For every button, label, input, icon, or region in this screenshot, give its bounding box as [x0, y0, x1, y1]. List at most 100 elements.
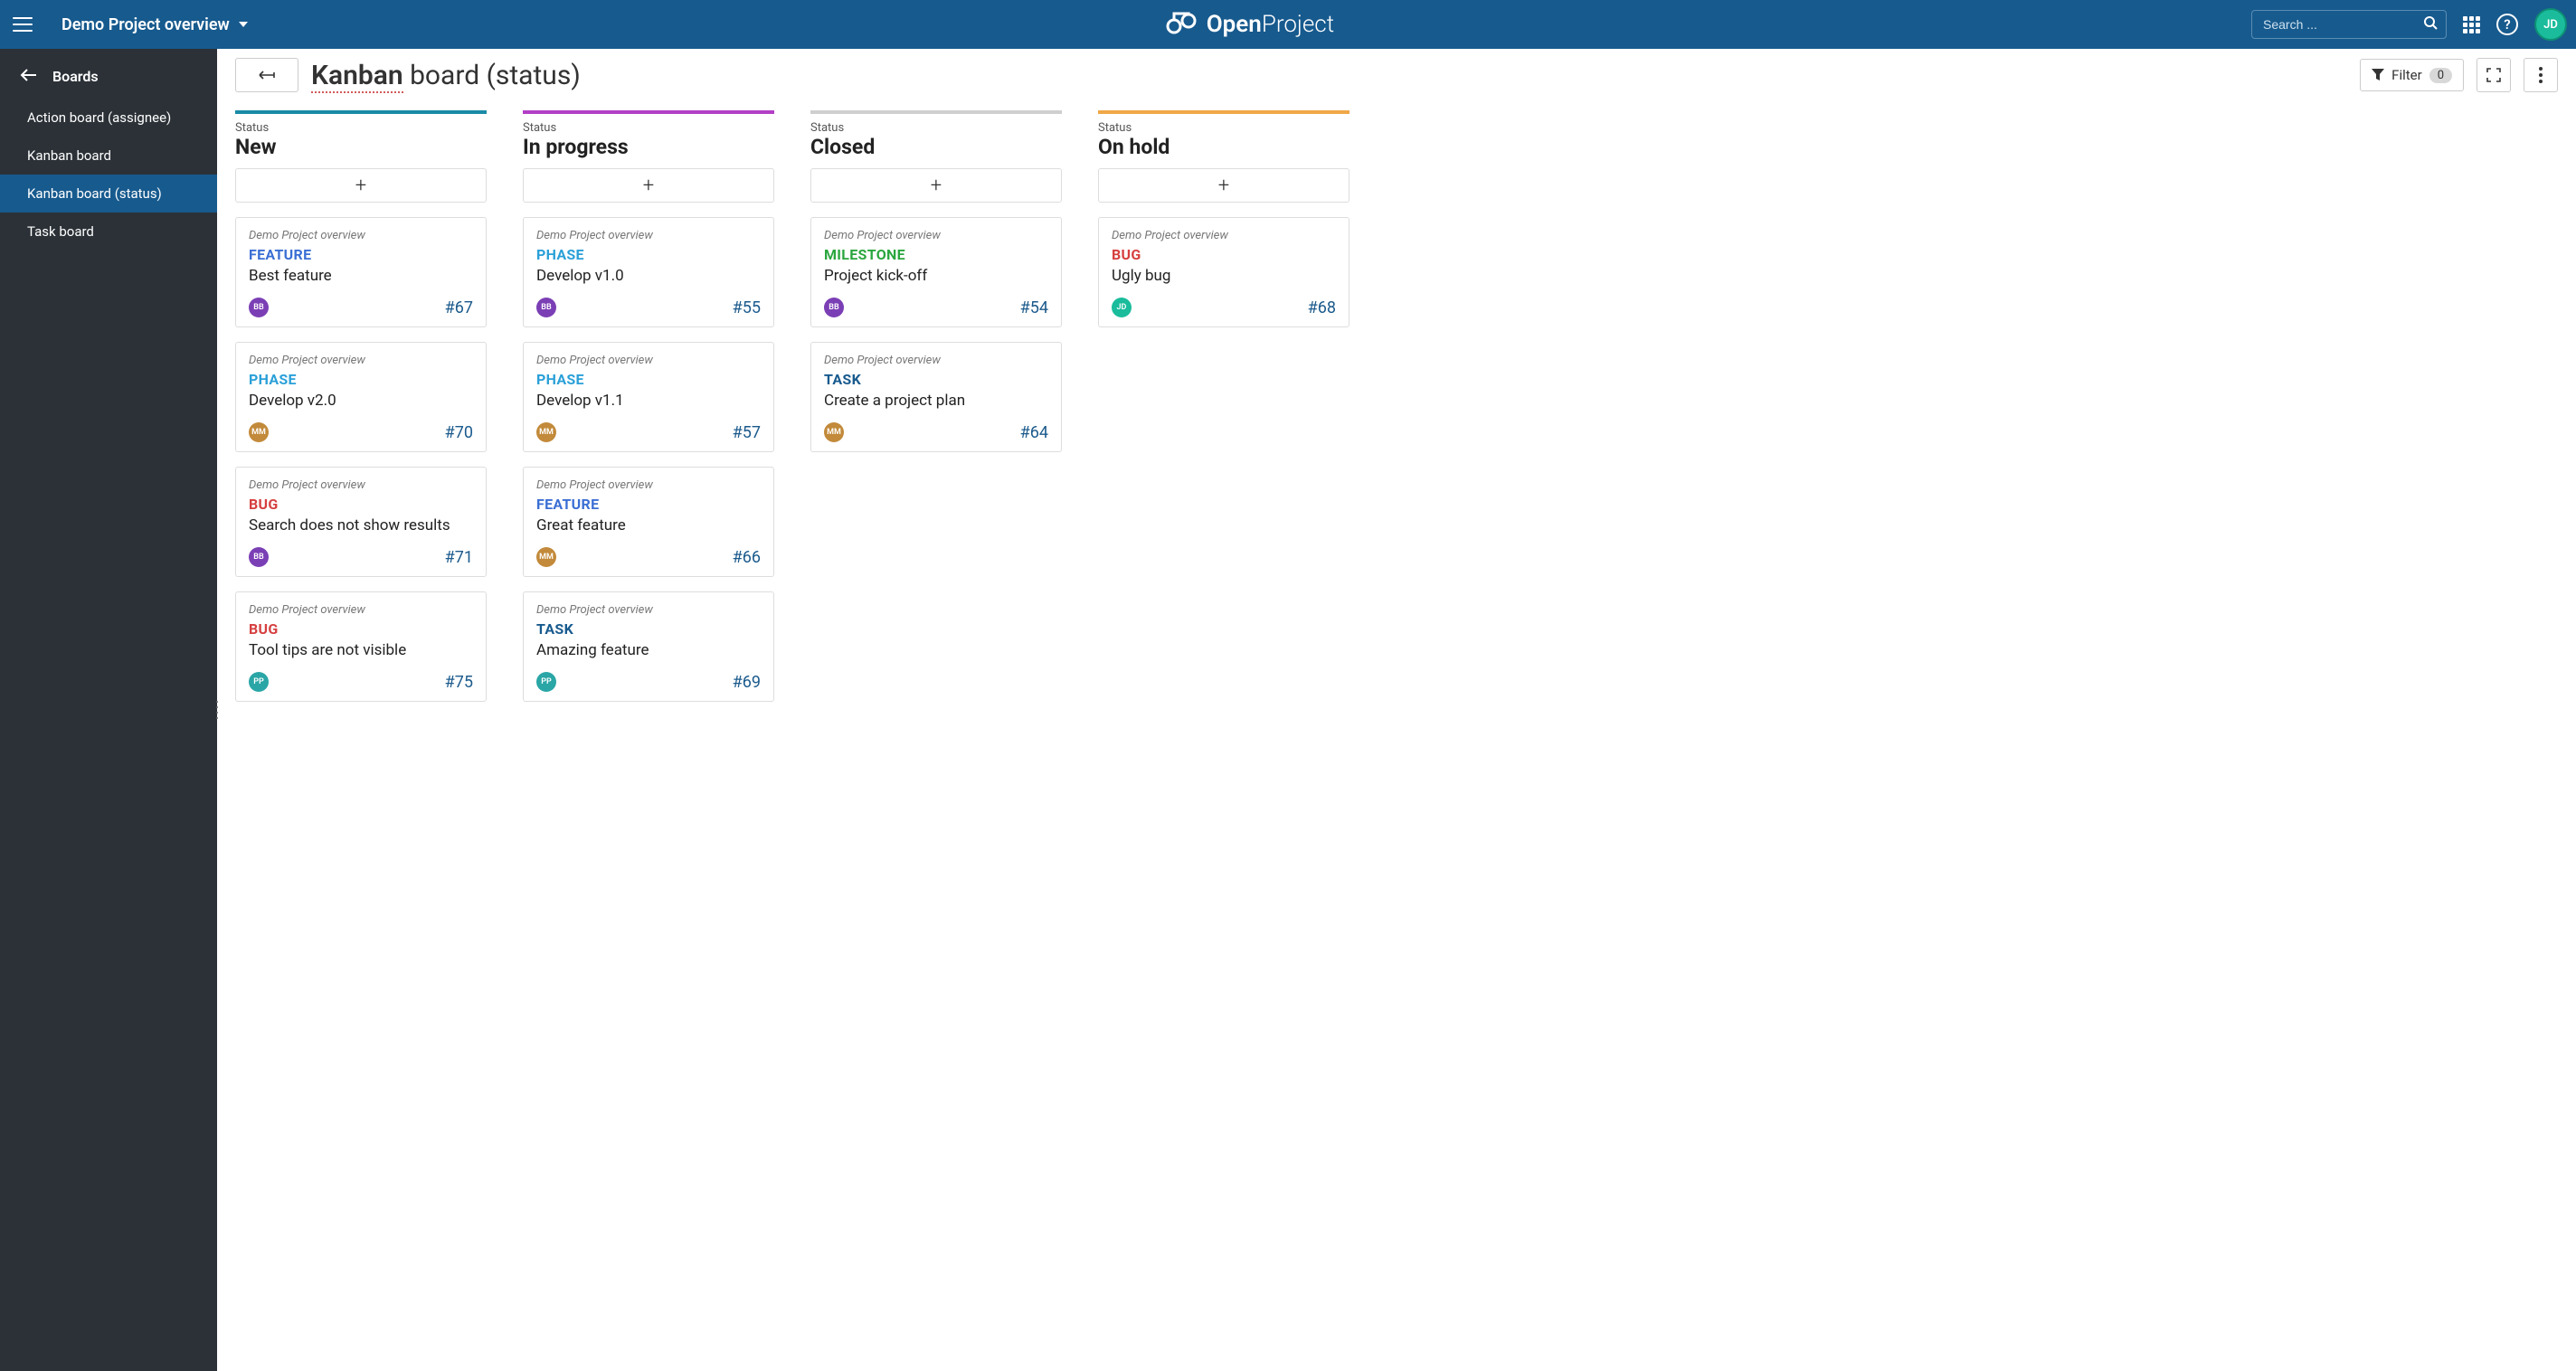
- card-id[interactable]: #71: [445, 548, 473, 567]
- filter-label: Filter: [2391, 67, 2422, 83]
- card-title: Ugly bug: [1112, 267, 1336, 285]
- filter-button[interactable]: Filter 0: [2360, 59, 2464, 91]
- card-id[interactable]: #70: [445, 423, 473, 442]
- board-column: StatusOn hold+Demo Project overviewBUGUg…: [1098, 110, 1350, 1351]
- card-project: Demo Project overview: [536, 354, 761, 367]
- card-id[interactable]: #57: [733, 423, 761, 442]
- work-package-card[interactable]: Demo Project overviewPHASEDevelop v1.0BB…: [523, 217, 774, 327]
- card-id[interactable]: #55: [733, 298, 761, 317]
- user-avatar[interactable]: JD: [2534, 8, 2567, 41]
- card-type: BUG: [249, 496, 473, 513]
- work-package-card[interactable]: Demo Project overviewMILESTONEProject ki…: [810, 217, 1062, 327]
- sidebar-item[interactable]: Kanban board (status): [0, 175, 217, 213]
- search-icon[interactable]: [2423, 15, 2438, 33]
- search-box: [2251, 10, 2447, 39]
- card-footer: MM #64: [824, 422, 1048, 442]
- assignee-avatar[interactable]: PP: [249, 672, 269, 692]
- card-id[interactable]: #69: [733, 673, 761, 692]
- board-title[interactable]: Kanban board (status): [311, 60, 581, 91]
- card-footer: BB #55: [536, 298, 761, 317]
- sidebar-title: Boards: [52, 68, 99, 85]
- card-type: FEATURE: [249, 246, 473, 263]
- work-package-card[interactable]: Demo Project overviewPHASEDevelop v1.1MM…: [523, 342, 774, 452]
- card-footer: JD #68: [1112, 298, 1336, 317]
- column-name[interactable]: On hold: [1098, 135, 1350, 159]
- assignee-avatar[interactable]: BB: [249, 298, 269, 317]
- search-input[interactable]: [2251, 10, 2447, 39]
- sidebar: Boards Action board (assignee) Kanban boa…: [0, 49, 217, 1371]
- board-title-rest: board (status): [403, 60, 581, 91]
- card-project: Demo Project overview: [249, 478, 473, 492]
- assignee-avatar[interactable]: BB: [824, 298, 844, 317]
- column-color-bar: [1098, 110, 1350, 114]
- column-name[interactable]: New: [235, 135, 487, 159]
- add-card-button[interactable]: +: [1098, 168, 1350, 203]
- sidebar-item-label: Kanban board: [27, 147, 111, 164]
- apps-grid-icon[interactable]: [2463, 16, 2480, 33]
- card-id[interactable]: #75: [445, 673, 473, 692]
- work-package-card[interactable]: Demo Project overviewTASKCreate a projec…: [810, 342, 1062, 452]
- add-card-button[interactable]: +: [810, 168, 1062, 203]
- card-footer: BB #67: [249, 298, 473, 317]
- fullscreen-button[interactable]: [2477, 58, 2511, 92]
- assignee-avatar[interactable]: BB: [536, 298, 556, 317]
- card-id[interactable]: #68: [1308, 298, 1336, 317]
- sidebar-item[interactable]: Kanban board: [0, 137, 217, 175]
- work-package-card[interactable]: Demo Project overviewBUGUgly bugJD#68: [1098, 217, 1350, 327]
- help-icon[interactable]: ?: [2496, 14, 2518, 35]
- card-footer: BB #71: [249, 547, 473, 567]
- work-package-card[interactable]: Demo Project overviewBUGTool tips are no…: [235, 591, 487, 702]
- assignee-avatar[interactable]: MM: [824, 422, 844, 442]
- card-id[interactable]: #64: [1020, 423, 1048, 442]
- column-name[interactable]: Closed: [810, 135, 1062, 159]
- card-project: Demo Project overview: [824, 229, 1048, 242]
- sidebar-item[interactable]: Task board: [0, 213, 217, 251]
- assignee-avatar[interactable]: MM: [536, 547, 556, 567]
- back-arrow-icon: [20, 67, 36, 86]
- project-selector[interactable]: Demo Project overview: [62, 15, 248, 34]
- column-name[interactable]: In progress: [523, 135, 774, 159]
- column-color-bar: [810, 110, 1062, 114]
- logo[interactable]: OpenProject: [1165, 8, 1334, 41]
- card-project: Demo Project overview: [249, 603, 473, 617]
- hamburger-icon[interactable]: [13, 17, 33, 32]
- card-type: TASK: [536, 620, 761, 638]
- card-id[interactable]: #66: [733, 548, 761, 567]
- add-card-button[interactable]: +: [523, 168, 774, 203]
- card-footer: BB #54: [824, 298, 1048, 317]
- card-title: Best feature: [249, 267, 473, 285]
- card-footer: MM #57: [536, 422, 761, 442]
- work-package-card[interactable]: Demo Project overviewFEATUREBest feature…: [235, 217, 487, 327]
- work-package-card[interactable]: Demo Project overviewBUGSearch does not …: [235, 467, 487, 577]
- board-title-editable: Kanban: [311, 60, 403, 93]
- work-package-card[interactable]: Demo Project overviewTASKAmazing feature…: [523, 591, 774, 702]
- card-title: Create a project plan: [824, 392, 1048, 410]
- card-type: MILESTONE: [824, 246, 1048, 263]
- card-project: Demo Project overview: [536, 478, 761, 492]
- assignee-avatar[interactable]: PP: [536, 672, 556, 692]
- assignee-avatar[interactable]: MM: [536, 422, 556, 442]
- card-id[interactable]: #54: [1020, 298, 1048, 317]
- card-project: Demo Project overview: [249, 354, 473, 367]
- work-package-card[interactable]: Demo Project overviewPHASEDevelop v2.0MM…: [235, 342, 487, 452]
- card-id[interactable]: #67: [445, 298, 473, 317]
- board-column: StatusIn progress+Demo Project overviewP…: [523, 110, 774, 1351]
- card-project: Demo Project overview: [536, 229, 761, 242]
- card-footer: PP #75: [249, 672, 473, 692]
- sidebar-item-label: Task board: [27, 223, 94, 240]
- assignee-avatar[interactable]: JD: [1112, 298, 1132, 317]
- add-card-button[interactable]: +: [235, 168, 487, 203]
- more-menu-button[interactable]: [2524, 58, 2558, 92]
- work-package-card[interactable]: Demo Project overviewFEATUREGreat featur…: [523, 467, 774, 577]
- card-footer: PP #69: [536, 672, 761, 692]
- assignee-avatar[interactable]: MM: [249, 422, 269, 442]
- sidebar-item[interactable]: Action board (assignee): [0, 99, 217, 137]
- back-button[interactable]: [235, 58, 298, 92]
- sidebar-item-label: Action board (assignee): [27, 109, 171, 126]
- card-type: TASK: [824, 371, 1048, 388]
- assignee-avatar[interactable]: BB: [249, 547, 269, 567]
- filter-count: 0: [2429, 68, 2452, 83]
- sidebar-header[interactable]: Boards: [0, 49, 217, 99]
- sidebar-item-label: Kanban board (status): [27, 185, 162, 202]
- board-column: StatusNew+Demo Project overviewFEATUREBe…: [235, 110, 487, 1351]
